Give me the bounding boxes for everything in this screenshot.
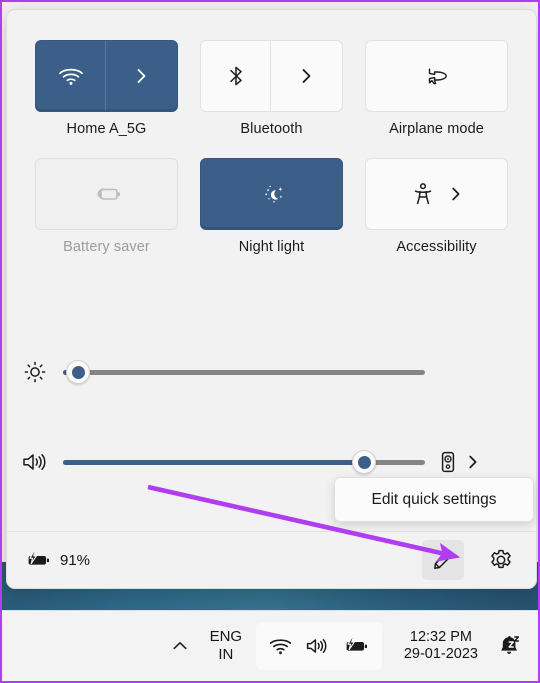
all-settings-button[interactable]	[480, 540, 522, 580]
taskbar: ENG IN 12:32 PM 29-01-2023	[2, 610, 538, 681]
language-line-2: IN	[218, 646, 234, 663]
audio-output-chevron-right-icon[interactable]	[467, 453, 479, 471]
taskbar-date: 29-01-2023	[403, 646, 478, 662]
taskbar-language-indicator[interactable]: ENG IN	[200, 622, 252, 670]
chevron-right-icon	[135, 66, 148, 86]
footer-actions	[422, 540, 522, 580]
volume-slider-fill	[63, 459, 363, 465]
taskbar-time: 12:32 PM	[409, 628, 472, 645]
wifi-icon	[58, 66, 84, 86]
bell-dnd-icon	[497, 634, 521, 658]
tile-cell-accessibility: Accessibility	[365, 158, 508, 255]
brightness-icon	[7, 360, 63, 384]
night-light-tile-toggle[interactable]	[201, 159, 342, 229]
volume-icon[interactable]	[7, 450, 63, 474]
airplane-mode-tile-toggle[interactable]	[366, 41, 507, 111]
night-light-tile-label: Night light	[238, 239, 305, 255]
wifi-tile-label: Home A_5G	[66, 121, 147, 137]
volume-icon	[305, 636, 330, 656]
volume-slider-thumb[interactable]	[352, 450, 376, 474]
airplane-icon	[423, 64, 451, 88]
tile-cell-battery-saver: Battery saver	[35, 158, 178, 255]
night-light-tile[interactable]	[200, 158, 343, 230]
quick-settings-footer: 91%	[7, 531, 536, 588]
bluetooth-tile[interactable]	[200, 40, 343, 112]
accessibility-tile-content	[366, 181, 507, 207]
night-light-icon	[257, 181, 287, 207]
wifi-icon	[269, 637, 292, 656]
wifi-tile[interactable]	[35, 40, 178, 112]
screen: Home A_5G Bluetooth Airplane mode Batter…	[0, 0, 540, 683]
tile-row: Home A_5G Bluetooth Airplane mode	[7, 40, 536, 137]
speaker-device-icon[interactable]	[439, 450, 457, 474]
airplane-mode-tile-label: Airplane mode	[389, 121, 484, 137]
tile-cell-bluetooth: Bluetooth	[200, 40, 343, 137]
bluetooth-tile-label: Bluetooth	[240, 121, 303, 137]
accessibility-icon	[412, 181, 434, 207]
volume-slider[interactable]	[63, 450, 425, 474]
brightness-slider-row	[7, 360, 536, 384]
quick-settings-tile-grid: Home A_5G Bluetooth Airplane mode Batter…	[7, 40, 536, 255]
battery-saver-tile[interactable]	[35, 158, 178, 230]
battery-saver-icon	[92, 184, 122, 204]
battery-percent-label: 91%	[60, 551, 91, 569]
edit-quick-settings-tooltip: Edit quick settings	[334, 477, 534, 522]
battery-charging-icon	[25, 550, 51, 570]
taskbar-notifications-button[interactable]	[490, 622, 528, 670]
gear-icon	[489, 548, 513, 572]
audio-output-controls	[439, 450, 479, 474]
tile-cell-airplane-mode: Airplane mode	[365, 40, 508, 137]
pencil-icon	[431, 548, 455, 572]
accessibility-tile-label: Accessibility	[396, 239, 477, 255]
bluetooth-tile-expand[interactable]	[270, 41, 342, 111]
chevron-right-icon	[300, 66, 313, 86]
brightness-slider-track	[63, 369, 425, 375]
language-line-1: ENG	[209, 628, 243, 646]
wifi-tile-expand[interactable]	[105, 41, 177, 111]
taskbar-clock[interactable]: 12:32 PM 29-01-2023	[382, 622, 490, 670]
accessibility-tile-open[interactable]	[366, 159, 507, 229]
taskbar-show-hidden-icons-button[interactable]	[160, 622, 200, 670]
chevron-right-icon	[450, 185, 462, 203]
tooltip-text: Edit quick settings	[371, 490, 497, 508]
bluetooth-icon	[227, 64, 245, 88]
battery-charging-icon	[343, 636, 369, 656]
accessibility-tile[interactable]	[365, 158, 508, 230]
taskbar-quick-settings-button[interactable]	[255, 622, 382, 670]
wifi-tile-toggle[interactable]	[36, 41, 105, 111]
brightness-slider[interactable]	[63, 360, 425, 384]
battery-saver-tile-label: Battery saver	[63, 239, 150, 255]
tile-cell-night-light: Night light	[200, 158, 343, 255]
chevron-up-icon	[170, 638, 190, 654]
tile-row: Battery saver Night light Accessibility	[7, 158, 536, 255]
brightness-slider-thumb[interactable]	[66, 360, 90, 384]
battery-saver-tile-toggle[interactable]	[36, 159, 177, 229]
volume-slider-row	[7, 450, 536, 474]
bluetooth-tile-toggle[interactable]	[201, 41, 270, 111]
tile-cell-wifi: Home A_5G	[35, 40, 178, 137]
airplane-mode-tile[interactable]	[365, 40, 508, 112]
battery-status[interactable]: 91%	[25, 550, 90, 570]
edit-quick-settings-button[interactable]	[422, 540, 464, 580]
